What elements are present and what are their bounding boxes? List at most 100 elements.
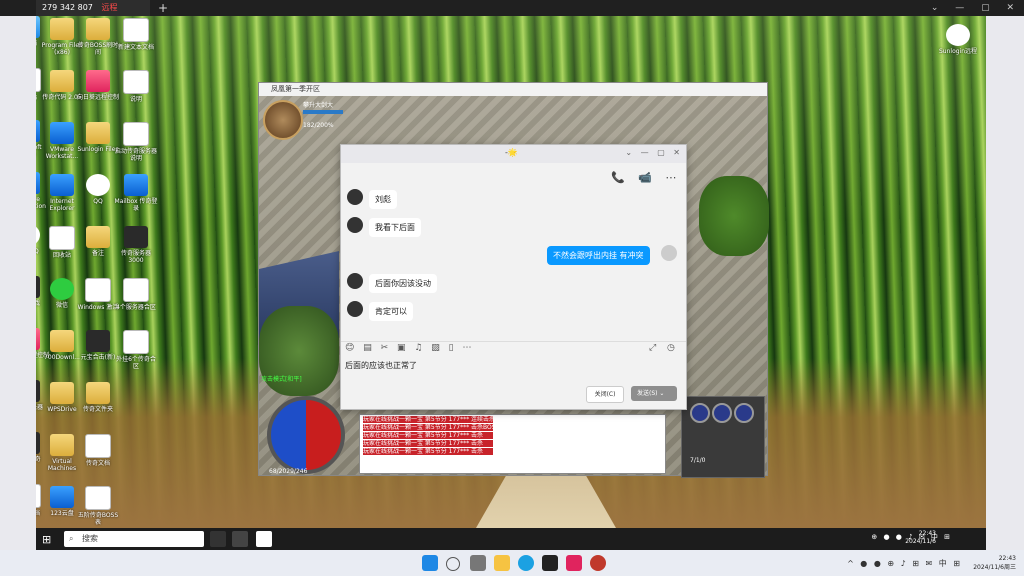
- skill-slot-icon[interactable]: [712, 403, 732, 423]
- contact-avatar: [347, 189, 363, 205]
- desktop-icon-label: 元宝合击(新): [80, 354, 116, 361]
- chat-line: 玩家在线挑战一颗一宝 第5节分 177*** 击杀: [363, 432, 493, 439]
- qq-message-input[interactable]: [343, 357, 647, 373]
- desktop-icon-label: 传奇文件夹: [82, 406, 113, 413]
- new-tab-button[interactable]: +: [158, 0, 168, 16]
- viewer-window-controls[interactable]: ⌄ — ▢ ✕: [931, 0, 1014, 16]
- remote-start-button[interactable]: ⊞: [42, 533, 51, 546]
- windows-start-icon[interactable]: [422, 555, 438, 571]
- message-bubble-self: 不然会跟呼出内挂 有冲突: [547, 246, 650, 265]
- task-view-icon[interactable]: [470, 555, 486, 571]
- desktop-icon-label: 向日葵远程控制: [76, 94, 119, 101]
- player-portrait: [263, 100, 303, 140]
- desktop-icon-label: 4个服务器合区: [116, 304, 156, 311]
- desktop-icon[interactable]: 传奇文档: [76, 434, 120, 467]
- doc-icon: [123, 70, 149, 94]
- desktop-icon[interactable]: 传奇服务器 3000: [114, 226, 158, 264]
- game-window-title: 凤凰第一季开区: [259, 83, 767, 96]
- taskbar-qq-icon[interactable]: [256, 531, 272, 547]
- desktop-icon[interactable]: Mailbox 传奇登录: [114, 174, 158, 212]
- desktop-icon-label: Virtual Machines: [47, 458, 77, 472]
- qq-send-button[interactable]: 发送(S) ⌄: [631, 386, 677, 401]
- hp-mp-orb: [267, 396, 345, 474]
- folder-icon: [86, 18, 110, 40]
- file-explorer-icon[interactable]: [494, 555, 510, 571]
- taskbar-app-icon[interactable]: [232, 531, 248, 547]
- history-icon[interactable]: ◷: [667, 343, 675, 353]
- remote-taskbar: ⊞ ⌕ 搜索 ⊕ ● ● ♪ ✉ 中 ⊞ 22:43 2024/11/6: [36, 528, 986, 550]
- skill-slot-icon[interactable]: [734, 403, 754, 423]
- desktop-icon-label: Mailbox 传奇登录: [114, 198, 158, 212]
- level-text: 7/1/0: [690, 457, 706, 464]
- local-date: 2024/11/6周三: [973, 564, 1016, 571]
- desktop-icon[interactable]: 外挂6个传奇合区: [114, 330, 158, 370]
- local-system-tray[interactable]: ^ ● ● ⊕ ♪ ⊞ ✉ 中 ⊞: [847, 558, 960, 569]
- desktop-icon-label: QQ: [93, 198, 103, 205]
- remote-date: 2024/11/6: [905, 538, 936, 545]
- doc-icon: [123, 122, 149, 146]
- expand-icon[interactable]: ⤢: [649, 343, 656, 353]
- desktop-icon-label: 此电脑: [36, 40, 37, 47]
- desktop-icon-label: 传奇服务器 3000: [120, 250, 151, 264]
- qq-message-list: 刘彪 我看下后面 不然会跟呼出内挂 有冲突 后面你因该没动 肯定可以: [341, 181, 686, 341]
- sunlogin-icon: [946, 24, 970, 46]
- desktop-icon-sunlogin[interactable]: Sunlogin远程: [936, 24, 980, 55]
- desktop-icon[interactable]: 启动传奇服务器说明: [114, 122, 158, 162]
- folder-icon: [50, 70, 74, 92]
- game-chat-log[interactable]: 玩家在线挑战一颗一宝 第5节分 177*** 连续击杀BOSS 玩家在线挑战一颗…: [359, 414, 666, 474]
- desktop-icon-label: 备注: [91, 250, 104, 257]
- penguin-icon: [86, 174, 110, 196]
- qq-chat-window[interactable]: -🌟 ⌄ — ▢ ✕ 📞 📹 ⋯ 刘彪 我看下后面 不然会跟呼出内挂 有冲突 后…: [340, 144, 687, 410]
- game-skill-panel[interactable]: 7/1/0: [681, 396, 765, 478]
- folder-icon: [50, 382, 74, 404]
- blue-icon: [50, 486, 74, 508]
- local-clock[interactable]: 22:43 2024/11/6周三: [973, 554, 1016, 572]
- qq-contact-name: -🌟: [505, 148, 518, 157]
- contact-avatar: [347, 273, 363, 289]
- edge-icon[interactable]: [518, 555, 534, 571]
- qq-input-divider: [341, 341, 686, 342]
- desktop-icon-label: 123云盘: [50, 510, 74, 517]
- desktop-icon[interactable]: 传奇文件夹: [76, 382, 120, 413]
- remote-clock[interactable]: 22:43 2024/11/6: [905, 530, 936, 546]
- desktop-icon[interactable]: 4个服务器合区: [114, 278, 158, 311]
- qq-window-controls[interactable]: ⌄ — ▢ ✕: [625, 148, 680, 157]
- remote-app-icon[interactable]: [542, 555, 558, 571]
- desktop-icon-label: 腾讯QQ: [36, 248, 39, 255]
- player-hp-text: 182/200%: [303, 122, 334, 129]
- desktop-icon-label: 外挂6个传奇合区: [116, 356, 156, 370]
- tab-remote-session[interactable]: 279 342 807 远程: [36, 0, 150, 16]
- desktop-icon-label: Sunlogin远程: [938, 48, 978, 55]
- desktop-icon-label: Sunlogin Files: [77, 146, 119, 153]
- blue-icon: [124, 174, 148, 196]
- doc-icon: [85, 486, 111, 510]
- message-bubble: 后面你因该没动: [369, 274, 437, 293]
- search-placeholder: 搜索: [82, 534, 98, 543]
- recorder-icon[interactable]: [590, 555, 606, 571]
- desktop-icon-label: 回收站: [36, 94, 37, 101]
- tab-status-label: 远程: [101, 3, 118, 12]
- desktop-icon[interactable]: 说明: [114, 70, 158, 103]
- orb-stats: 68/2029/246: [269, 468, 308, 475]
- qq-close-button[interactable]: 关闭(C): [586, 386, 624, 403]
- contact-avatar: [347, 217, 363, 233]
- folder-icon: [50, 434, 74, 456]
- desktop-icon-label: 启动传奇服务器说明: [114, 148, 157, 162]
- right-sidebar-bg: [986, 16, 1024, 550]
- chat-line: 玩家在线挑战一颗一宝 第5节分 177*** 击杀: [363, 448, 493, 455]
- desktop-icon-label: 五阶传奇BOSS表: [77, 512, 119, 526]
- skill-slot-icon[interactable]: [690, 403, 710, 423]
- desktop-icon-label: 传奇文档: [85, 460, 110, 467]
- taskbar-app-icon[interactable]: [210, 531, 226, 547]
- game-tree: [699, 176, 769, 256]
- sunlogin-icon[interactable]: [566, 555, 582, 571]
- desktop-icon[interactable]: 新建文本文档: [114, 18, 158, 51]
- desktop-icon[interactable]: 五阶传奇BOSS表: [76, 486, 120, 526]
- desktop-icon-label: Windows 激活: [77, 304, 119, 311]
- chat-line: 玩家在线挑战一颗一宝 第5节分 177*** 击杀BOSS: [363, 424, 493, 431]
- remote-search-box[interactable]: ⌕ 搜索: [64, 531, 204, 547]
- qq-input-toolbar[interactable]: 😊 ▤ ✂ ▣ ♫ ▨ ▯ ⋯: [345, 343, 471, 353]
- search-icon[interactable]: [446, 557, 460, 571]
- chat-line: 玩家在线挑战一颗一宝 第5节分 177*** 连续击杀BOSS: [363, 416, 493, 423]
- tab-device-id: 279 342 807: [42, 3, 93, 12]
